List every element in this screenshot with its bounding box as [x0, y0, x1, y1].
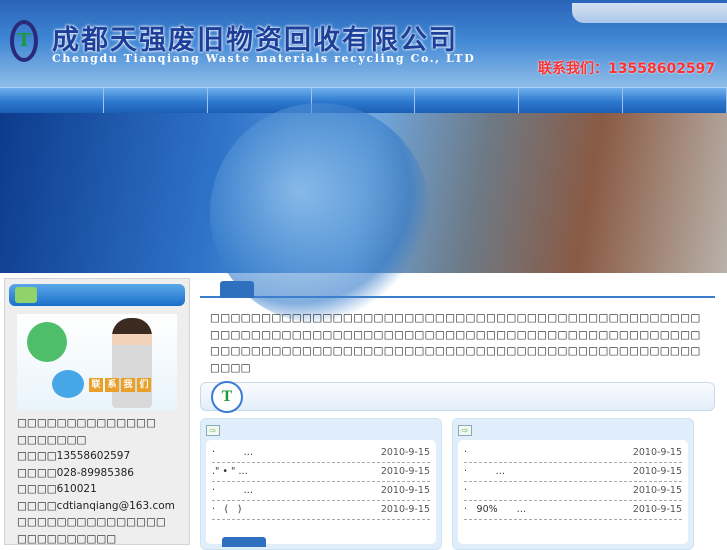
intro-tabbar [200, 278, 715, 298]
intro-tab[interactable] [220, 281, 254, 298]
contact-info: □□□□□□□□□□□□□□ □□□□□□□ □□□□13558602597 □… [5, 415, 189, 547]
top-decoration [572, 3, 727, 23]
sidebar-header-icon [15, 287, 37, 303]
company-logo: T [10, 20, 38, 62]
contact-us-tag: 联系我们 [89, 378, 151, 392]
list-item[interactable]: · ( ) 2010-9-15 [212, 501, 430, 520]
news-box-right: ⇨ · 2010-9-15 · … 2010-9-15 · 2010-9-15 · 9… [452, 418, 694, 550]
list-item[interactable]: · 2010-9-15 [464, 482, 682, 501]
info-line: □□□□□□□ [17, 433, 87, 446]
list-item[interactable]: · 2010-9-15 [464, 444, 682, 463]
info-postcode: □□□□610021 [17, 483, 97, 495]
list-item[interactable]: · … 2010-9-15 [464, 463, 682, 482]
news-header: T [200, 381, 715, 413]
nav-item[interactable] [0, 88, 104, 113]
nav-item[interactable] [415, 88, 520, 113]
nav-item[interactable] [104, 88, 208, 113]
list-item[interactable]: · … 2010-9-15 [212, 444, 430, 463]
arrow-icon: ⇨ [458, 425, 472, 436]
company-intro: □□□□□□□□□□□□□□□□□□□□□□□□□□□□□□□□□□□□□□□□… [210, 312, 701, 374]
contact-image: 联系我们 [17, 314, 177, 411]
info-tel: □□□□028-89985386 [17, 466, 134, 479]
nav-item[interactable] [519, 88, 624, 113]
hero-banner [0, 103, 727, 323]
list-item[interactable]: · … 2010-9-15 [212, 482, 430, 501]
logo-icon: T [211, 381, 243, 413]
news-box-left: ⇨ · … 2010-9-15 ." • " … 2010-9-15 · … 2010… [200, 418, 442, 550]
nav-item[interactable] [623, 88, 727, 113]
contact-sidebar: 联系我们 □□□□□□□□□□□□□□ □□□□□□□ □□□□13558602… [4, 278, 190, 545]
sidebar-header [9, 284, 185, 306]
main-content: □□□□□□□□□□□□□□□□□□□□□□□□□□□□□□□□□□□□□□□□… [200, 278, 715, 550]
phone-icon [27, 322, 67, 362]
info-line: □□□□□□□□□□□□□□□ [17, 516, 166, 528]
bottom-tab[interactable] [222, 537, 266, 547]
info-line: □□□□□□□□□□□□□□ [17, 417, 156, 429]
list-item[interactable]: ." • " … 2010-9-15 [212, 463, 430, 482]
person-figure [112, 318, 152, 408]
main-nav [0, 87, 727, 113]
contact-phone: 联系我们：13558602597 [538, 61, 716, 77]
mail-icon [52, 370, 84, 398]
list-item[interactable]: · 90% … 2010-9-15 [464, 501, 682, 520]
info-phone: □□□□13558602597 [17, 450, 131, 462]
arrow-icon: ⇨ [206, 425, 220, 436]
info-email[interactable]: □□□□cdtianqiang@163.com [17, 498, 189, 515]
company-subtitle: Chengdu Tianqiang Waste materials recycl… [52, 52, 476, 65]
site-header: T 成都天强废旧物资回收有限公司 Chengdu Tianqiang Waste… [0, 0, 727, 87]
